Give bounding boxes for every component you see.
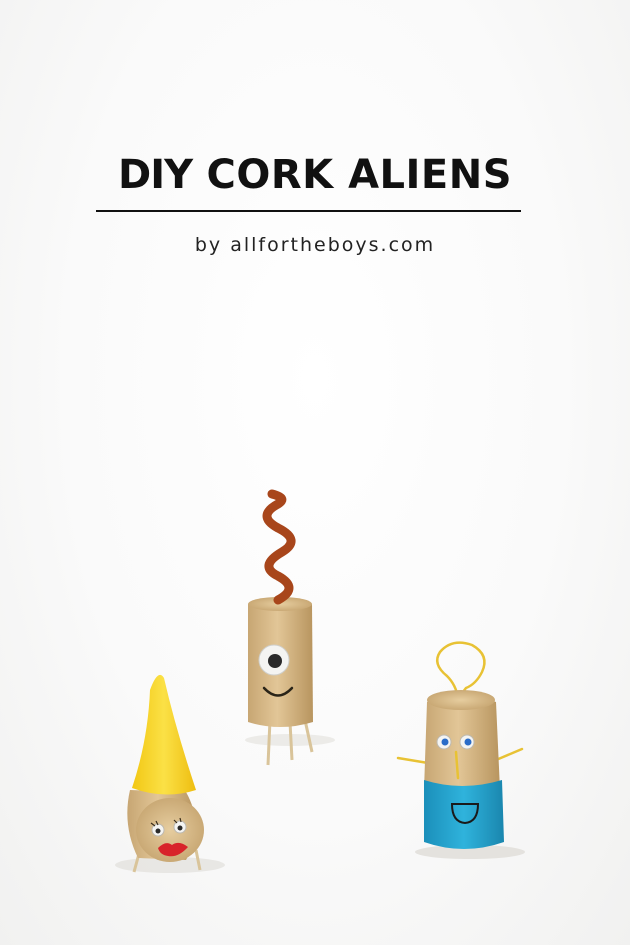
title-bold: DIY xyxy=(117,152,193,198)
title-rest: CORK ALIENS xyxy=(206,152,513,198)
eye-pupil xyxy=(155,828,161,834)
alien-leg xyxy=(288,721,294,761)
byline: by allfortheboys.com xyxy=(194,234,436,256)
page-title: DIY CORK ALIENS xyxy=(0,150,630,200)
eye-pupil xyxy=(464,738,472,746)
cork-top xyxy=(427,690,495,710)
felt-hat xyxy=(132,674,196,795)
pin-graphic: DIY CORK ALIENS by allfortheboys.com xyxy=(0,0,630,945)
eye-pupil xyxy=(268,654,282,668)
paper-shirt xyxy=(424,780,504,849)
eye-pupil xyxy=(177,825,183,831)
blue-shirt-alien xyxy=(396,641,524,849)
alien-leg xyxy=(266,719,272,766)
cyclops-alien xyxy=(248,489,314,766)
wire-arm xyxy=(494,747,524,762)
wire-arm xyxy=(396,756,430,765)
title-divider xyxy=(96,210,521,212)
eye-pupil xyxy=(441,738,449,746)
cork-aliens-photo xyxy=(115,489,525,873)
yellow-hat-alien xyxy=(127,674,204,873)
pipe-cleaner-antenna xyxy=(262,489,296,605)
